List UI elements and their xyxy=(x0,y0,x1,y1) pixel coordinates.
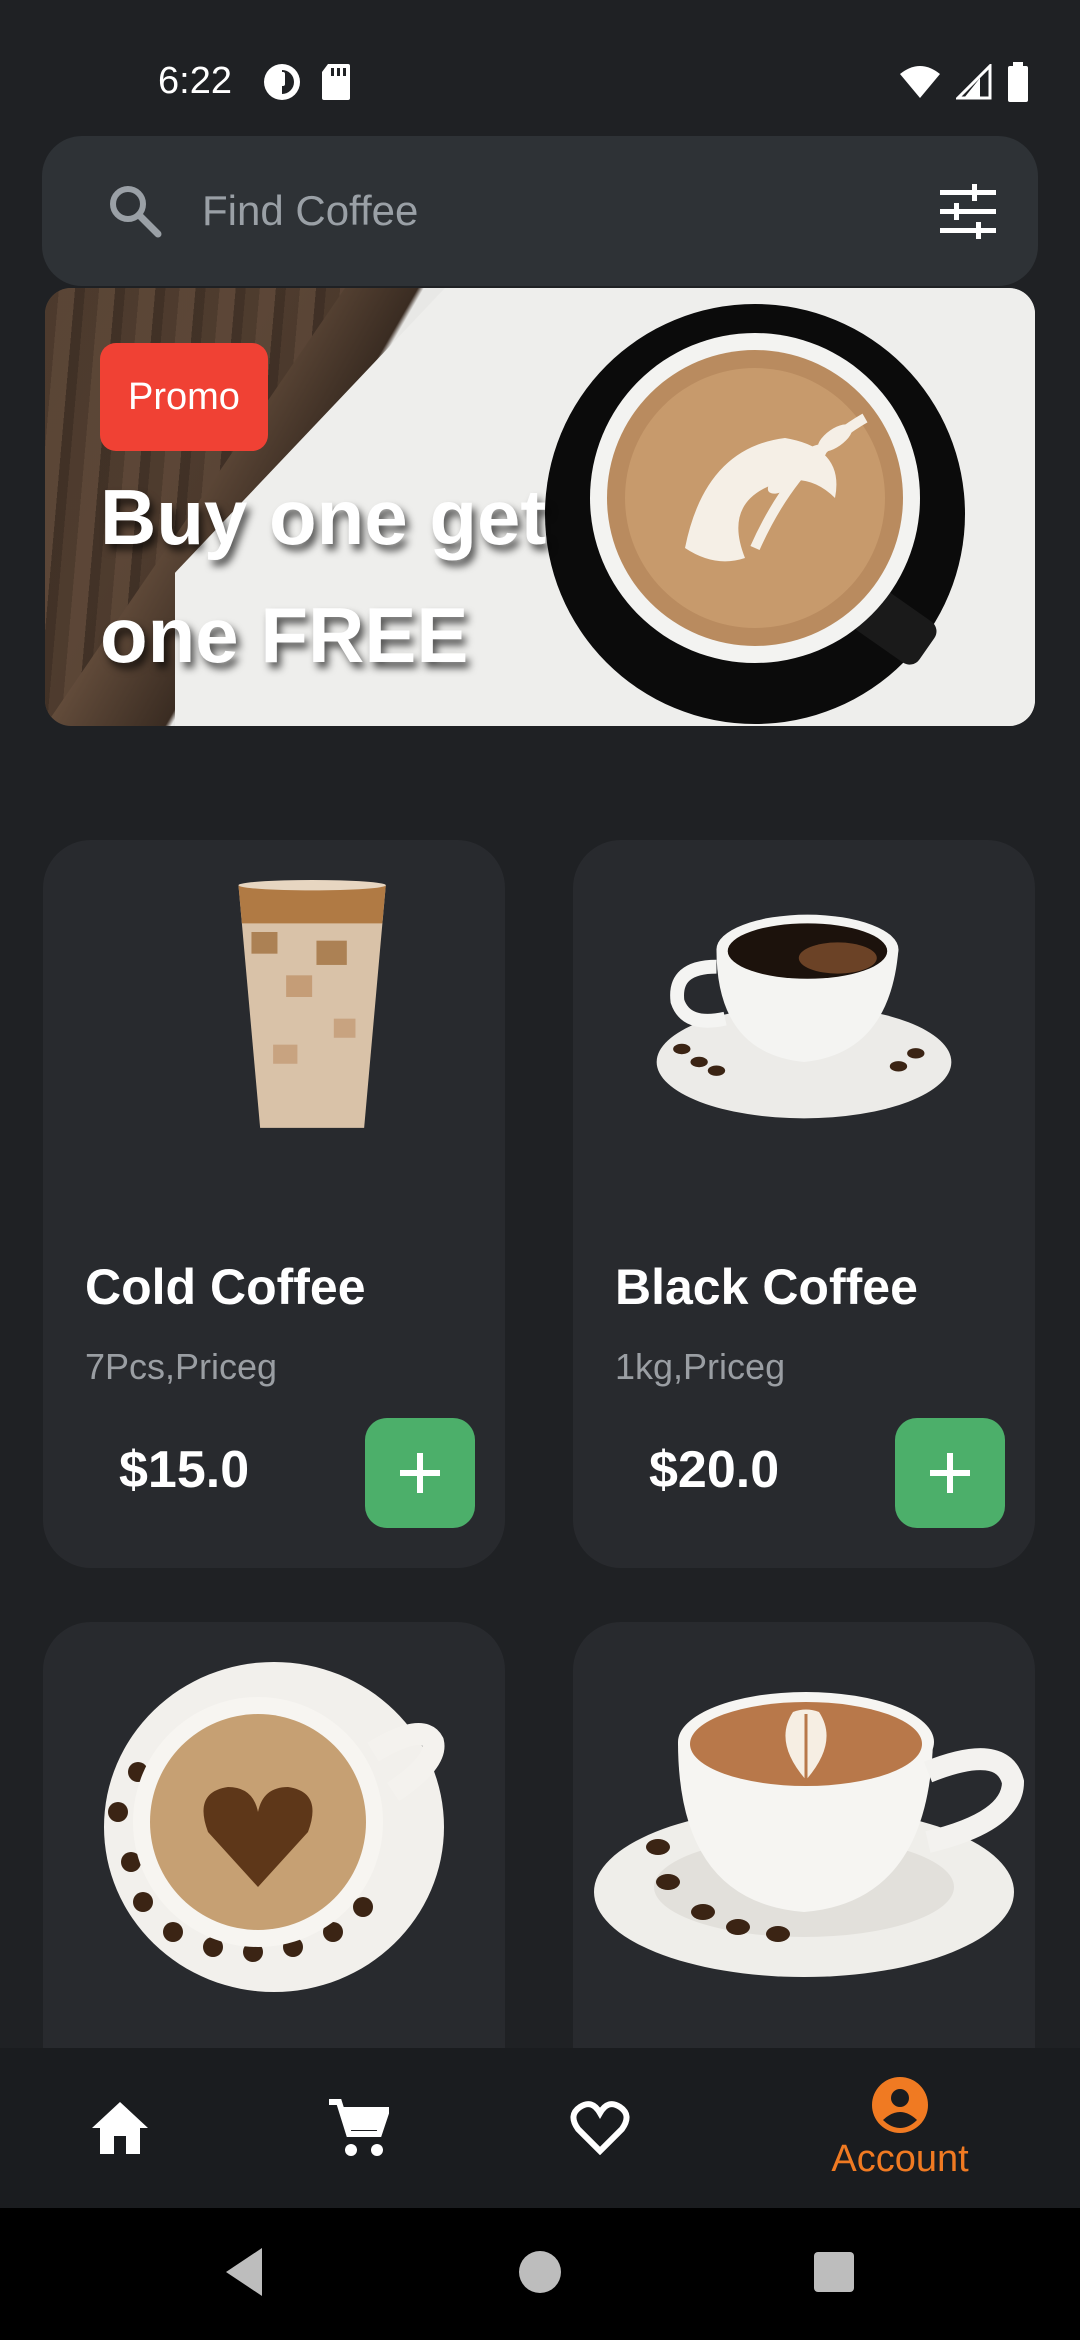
product-description: 1kg,Priceg xyxy=(615,1346,786,1387)
nav-favorites[interactable] xyxy=(540,2048,660,2208)
home-icon xyxy=(92,2102,148,2154)
status-time: 6:22 xyxy=(158,60,232,102)
promo-headline: Buy one get one FREE xyxy=(100,458,620,694)
product-card-cold-coffee[interactable]: Cold Coffee 7Pcs,Priceg $15.0 xyxy=(43,840,505,1568)
search-bar xyxy=(42,136,1038,286)
product-price: $15.0 xyxy=(119,1441,250,1499)
product-description: 7Pcs,Priceg xyxy=(85,1346,278,1387)
cart-icon xyxy=(329,2099,389,2156)
status-bar: 6:22 xyxy=(0,0,1080,130)
plus-icon xyxy=(400,1453,440,1493)
account-icon xyxy=(872,2076,928,2133)
promo-banner[interactable]: Promo Buy one get one FREE xyxy=(45,288,1035,726)
product-name: Black Coffee xyxy=(615,1259,918,1315)
wifi-icon xyxy=(900,66,940,98)
iced-coffee-image xyxy=(238,880,386,1128)
system-navigation-bar xyxy=(0,2208,1080,2340)
app-screen: 6:22 Find Coffee Promo Buy one get one F… xyxy=(0,0,1080,2340)
promo-badge: Promo xyxy=(100,343,268,451)
data-saver-icon xyxy=(264,64,300,100)
nav-account[interactable]: Account xyxy=(800,2048,1000,2208)
sd-card-icon xyxy=(322,64,350,100)
cappuccino-image xyxy=(594,1692,1025,1977)
promo-headline-line2: one FREE xyxy=(100,591,469,679)
signal-icon xyxy=(956,64,992,100)
heart-latte-image xyxy=(104,1662,445,1992)
nav-home[interactable] xyxy=(60,2048,180,2208)
bottom-navigation: Account xyxy=(0,2048,1080,2208)
nav-cart[interactable] xyxy=(298,2048,418,2208)
add-to-cart-button[interactable] xyxy=(365,1418,475,1528)
home-circle-icon[interactable] xyxy=(518,2244,562,2300)
promo-headline-line1: Buy one get xyxy=(100,473,547,561)
plus-icon xyxy=(930,1453,970,1493)
nav-account-label: Account xyxy=(831,2137,969,2180)
search-icon[interactable] xyxy=(106,182,164,240)
product-card-black-coffee[interactable]: Black Coffee 1kg,Priceg $20.0 xyxy=(573,840,1035,1568)
black-coffee-image xyxy=(656,914,952,1119)
filter-icon[interactable] xyxy=(936,180,1000,244)
product-price: $20.0 xyxy=(649,1441,780,1499)
recents-icon[interactable] xyxy=(812,2244,856,2300)
heart-icon xyxy=(570,2101,630,2155)
product-name: Cold Coffee xyxy=(85,1259,366,1315)
add-to-cart-button[interactable] xyxy=(895,1418,1005,1528)
back-icon[interactable] xyxy=(222,2244,266,2300)
search-input[interactable] xyxy=(202,176,902,246)
status-left-icons xyxy=(262,62,352,102)
status-right-icons xyxy=(898,62,1030,102)
battery-icon xyxy=(1008,62,1028,102)
